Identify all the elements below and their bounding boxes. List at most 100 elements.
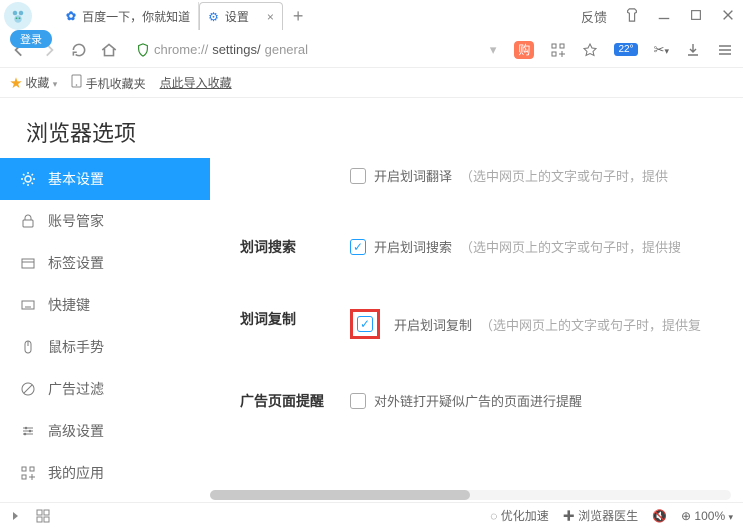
tab-baidu[interactable]: ✿ 百度一下，你就知道 xyxy=(58,2,199,30)
setting-ad-row: 广告页面提醒 ✓ 对外链打开疑似广告的页面进行提醒 xyxy=(240,391,743,411)
setting-search-row: 划词搜索 ✓ 开启划词搜索 （选中网页上的文字或句子时，提供搜 xyxy=(240,237,743,257)
feedback-link[interactable]: 反馈 xyxy=(581,7,607,26)
translate-checkbox[interactable]: ✓ xyxy=(350,168,366,184)
scrollbar-thumb[interactable] xyxy=(210,490,470,500)
lock-icon xyxy=(20,213,36,229)
translate-hint: （选中网页上的文字或句子时，提供 xyxy=(460,166,668,185)
horizontal-scrollbar[interactable] xyxy=(210,490,731,500)
search-checkbox[interactable]: ✓ xyxy=(350,239,366,255)
reload-icon[interactable] xyxy=(70,41,88,59)
login-button[interactable]: 登录 xyxy=(10,30,52,48)
sidebar-item-tabs[interactable]: 标签设置 xyxy=(0,242,210,284)
keyboard-icon xyxy=(20,297,36,313)
star-icon: ★ xyxy=(10,76,22,90)
sidebar-item-apps[interactable]: 我的应用 xyxy=(0,452,210,494)
ad-label: 对外链打开疑似广告的页面进行提醒 xyxy=(374,391,582,410)
address-bar: chrome:// settings/general ▾ 购 22° ✂▾ xyxy=(0,32,743,68)
tab-settings[interactable]: ⚙ 设置 × xyxy=(199,2,283,30)
apps-icon xyxy=(20,465,36,481)
scissors-icon[interactable]: ✂▾ xyxy=(654,42,669,58)
url-box[interactable]: chrome:// settings/general ▾ xyxy=(130,42,502,58)
paw-icon: ✿ xyxy=(66,9,76,23)
avatar-icon xyxy=(9,7,27,25)
gift-icon[interactable]: 购 xyxy=(514,41,534,59)
search-hint: （选中网页上的文字或句子时，提供搜 xyxy=(460,237,681,256)
search-label: 开启划词搜索 xyxy=(374,237,452,256)
sidebar-item-label: 标签设置 xyxy=(48,253,104,273)
sidebar-item-label: 基本设置 xyxy=(48,169,104,189)
sidebar-item-label: 鼠标手势 xyxy=(48,337,104,357)
sidebar-item-advanced[interactable]: 高级设置 xyxy=(0,410,210,452)
sliders-icon xyxy=(20,423,36,439)
extensions-icon[interactable] xyxy=(550,42,566,58)
avatar[interactable] xyxy=(4,2,32,30)
sidebar-item-accounts[interactable]: 账号管家 xyxy=(0,200,210,242)
grid-icon[interactable] xyxy=(36,509,50,523)
new-tab-button[interactable]: + xyxy=(283,2,314,30)
section-label: 广告页面提醒 xyxy=(240,391,350,411)
sidebar-item-label: 广告过滤 xyxy=(48,379,104,399)
tab-title: 百度一下，你就知道 xyxy=(82,8,190,25)
setting-translate-row: ✓ 开启划词翻译 （选中网页上的文字或句子时，提供 xyxy=(240,166,743,185)
copy-checkbox[interactable]: ✓ xyxy=(357,316,373,332)
bookmarks-bar: ★ 收藏 ▾ 手机收藏夹 点此导入收藏 xyxy=(0,68,743,98)
sidebar-item-label: 我的应用 xyxy=(48,463,104,483)
weather-badge[interactable]: 22° xyxy=(614,43,637,56)
sidebar-toggle-icon[interactable] xyxy=(10,510,22,522)
menu-icon[interactable] xyxy=(717,42,733,58)
settings-content: ✓ 开启划词翻译 （选中网页上的文字或句子时，提供 划词搜索 ✓ 开启划词搜索 … xyxy=(210,158,743,504)
url-scheme: chrome:// xyxy=(154,42,208,57)
droplet-icon: ◌ xyxy=(490,509,497,523)
maximize-icon[interactable] xyxy=(689,8,703,25)
title-bar: 登录 ✿ 百度一下，你就知道 ⚙ 设置 × + 反馈 xyxy=(0,0,743,32)
sidebar-item-label: 账号管家 xyxy=(48,211,104,231)
sidebar-item-label: 快捷键 xyxy=(48,295,90,315)
section-label: 划词搜索 xyxy=(240,237,350,257)
copy-hint: （选中网页上的文字或句子时，提供复 xyxy=(480,315,701,334)
gear-icon: ⚙ xyxy=(208,10,219,24)
chevron-down-icon[interactable]: ▾ xyxy=(490,42,497,58)
phone-icon xyxy=(71,77,82,91)
highlight-box: ✓ xyxy=(350,309,380,339)
download-icon[interactable] xyxy=(685,42,701,58)
sidebar-item-label: 高级设置 xyxy=(48,421,104,441)
skin-icon[interactable] xyxy=(625,8,639,25)
mute-icon[interactable]: 🔇 xyxy=(652,509,667,523)
window-controls: 反馈 xyxy=(581,7,735,26)
accelerate-button[interactable]: ◌ 优化加速 xyxy=(490,507,549,524)
minimize-icon[interactable] xyxy=(657,8,671,25)
mobile-favorites[interactable]: 手机收藏夹 xyxy=(71,74,145,92)
main-area: 基本设置 账号管家 标签设置 快捷键 鼠标手势 广告过滤 高级设置 我的应用 xyxy=(0,158,743,504)
settings-sidebar: 基本设置 账号管家 标签设置 快捷键 鼠标手势 广告过滤 高级设置 我的应用 xyxy=(0,158,210,504)
close-window-icon[interactable] xyxy=(721,8,735,25)
sidebar-item-shortcuts[interactable]: 快捷键 xyxy=(0,284,210,326)
block-icon xyxy=(20,381,36,397)
setting-copy-row: 划词复制 ✓ 开启划词复制 （选中网页上的文字或句子时，提供复 xyxy=(240,309,743,339)
favorites-menu[interactable]: ★ 收藏 ▾ xyxy=(10,74,57,91)
mouse-icon xyxy=(20,339,36,355)
sidebar-item-general[interactable]: 基本设置 xyxy=(0,158,210,200)
tab-strip: ✿ 百度一下，你就知道 ⚙ 设置 × + xyxy=(58,0,581,32)
favorite-icon[interactable] xyxy=(582,42,598,58)
page-title: 浏览器选项 xyxy=(0,98,743,158)
url-page: general xyxy=(265,42,308,57)
sidebar-item-mouse[interactable]: 鼠标手势 xyxy=(0,326,210,368)
tab-close-icon[interactable]: × xyxy=(267,10,274,24)
home-icon[interactable] xyxy=(100,41,118,59)
toolbar-right: 购 22° ✂▾ xyxy=(514,41,733,59)
tab-title: 设置 xyxy=(225,8,249,25)
import-favorites-link[interactable]: 点此导入收藏 xyxy=(160,74,232,91)
shield-icon xyxy=(136,43,150,57)
status-bar: ◌ 优化加速 ✚ 浏览器医生 🔇 ⊕ 100% ▾ xyxy=(0,502,743,528)
doctor-button[interactable]: ✚ 浏览器医生 xyxy=(563,507,638,524)
zoom-indicator[interactable]: ⊕ 100% ▾ xyxy=(681,509,733,523)
url-path: settings/ xyxy=(212,42,260,57)
section-label: 划词复制 xyxy=(240,309,350,329)
tabs-icon xyxy=(20,255,36,271)
gear-icon xyxy=(20,171,36,187)
copy-label: 开启划词复制 xyxy=(394,315,472,334)
sidebar-item-adblock[interactable]: 广告过滤 xyxy=(0,368,210,410)
translate-label: 开启划词翻译 xyxy=(374,166,452,185)
medical-icon: ✚ xyxy=(563,509,575,523)
ad-checkbox[interactable]: ✓ xyxy=(350,393,366,409)
